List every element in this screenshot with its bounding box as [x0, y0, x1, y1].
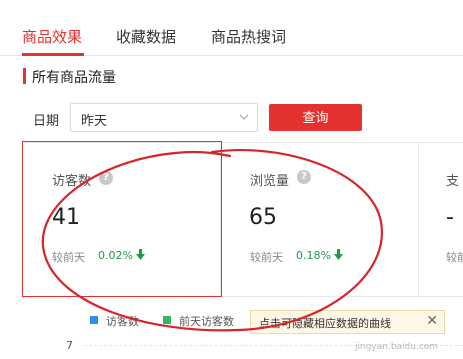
- metric-change-pageviews: 0.18%: [296, 249, 331, 262]
- watermark: jingyan.baidu.com: [355, 342, 439, 352]
- tab-hot-search-terms[interactable]: 商品热搜词: [211, 26, 286, 47]
- section-accent-bar: [23, 68, 26, 84]
- metric-value-third: -: [446, 205, 454, 230]
- metric-compare-label: 较前天: [250, 251, 283, 264]
- legend-item-prev-visitors[interactable]: 前天访客数: [179, 313, 234, 329]
- metric-label-visitors: 访客数: [52, 174, 92, 189]
- legend-swatch-visitors: [90, 316, 98, 324]
- legend-item-visitors[interactable]: 访客数: [106, 313, 139, 329]
- metric-label-pageviews: 浏览量: [250, 174, 290, 189]
- tab-product-effect[interactable]: 商品效果: [22, 26, 82, 47]
- metric-card-third[interactable]: [419, 142, 463, 296]
- tab-bar: 商品效果 收藏数据 商品热搜词: [0, 0, 463, 56]
- close-icon[interactable]: ✕: [426, 313, 438, 329]
- metric-label-third: 支: [446, 174, 460, 189]
- arrow-down-icon: [334, 249, 343, 260]
- date-select-value: 昨天: [81, 114, 108, 129]
- chevron-down-icon: [240, 114, 248, 120]
- help-icon[interactable]: ?: [297, 170, 311, 184]
- metric-change-visitors: 0.02%: [98, 249, 133, 262]
- y-axis-tick: 7: [66, 339, 73, 352]
- arrow-down-icon: [136, 249, 145, 260]
- query-button[interactable]: 查询: [269, 104, 362, 131]
- active-tab-indicator: [22, 53, 84, 56]
- section-title: 所有商品流量: [32, 70, 116, 86]
- date-select[interactable]: 昨天: [70, 103, 258, 132]
- legend-tip-text: 点击可隐藏相应数据的曲线: [259, 317, 391, 330]
- legend-tip: 点击可隐藏相应数据的曲线 ✕: [250, 310, 445, 334]
- metric-value-pageviews: 65: [249, 205, 277, 230]
- metric-compare-label: 较前天: [52, 251, 85, 264]
- help-icon[interactable]: ?: [99, 171, 113, 185]
- date-label: 日期: [33, 114, 60, 129]
- metric-value-visitors: 41: [52, 205, 80, 230]
- legend-swatch-prev-visitors: [163, 316, 171, 324]
- tab-favorites-data[interactable]: 收藏数据: [116, 26, 176, 47]
- metric-compare-label: 较前: [446, 251, 463, 264]
